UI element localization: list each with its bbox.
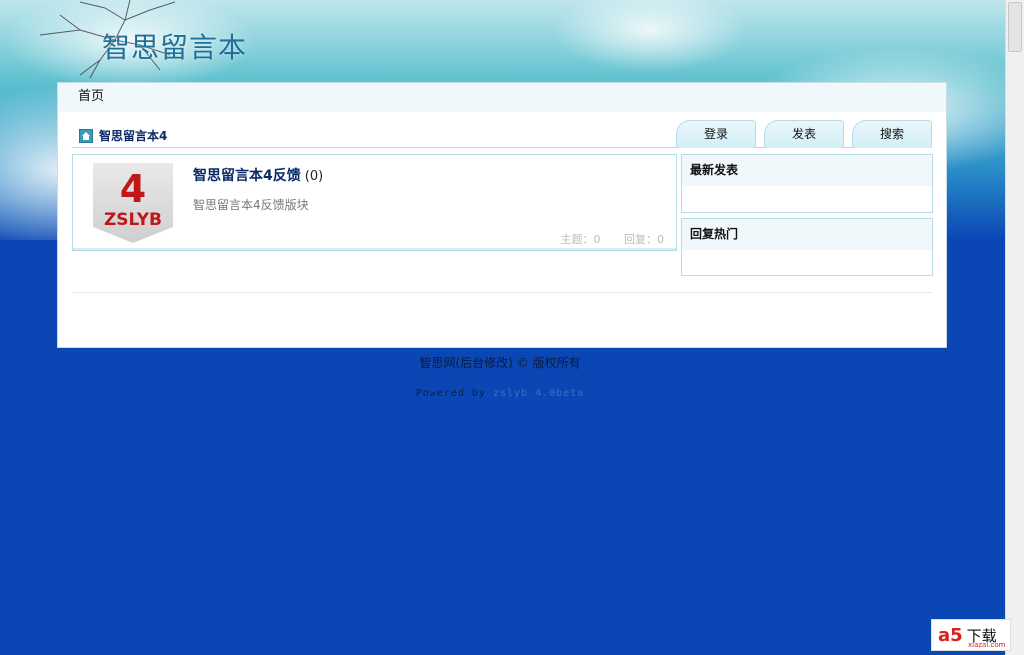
top-nav: 首页 bbox=[58, 83, 946, 112]
toolbar-bar: 智思留言本4 登录 发表 搜索 bbox=[72, 120, 932, 148]
forum-title-link[interactable]: 智思留言本4反馈 (0) bbox=[193, 165, 323, 185]
scrollbar-thumb[interactable] bbox=[1008, 2, 1022, 52]
breadcrumb-label[interactable]: 智思留言本4 bbox=[99, 127, 167, 144]
sidebar-hot-box: 回复热门 bbox=[681, 218, 933, 276]
breadcrumb: 智思留言本4 bbox=[79, 127, 167, 144]
nav-home-link[interactable]: 首页 bbox=[78, 89, 104, 104]
site-logo-title[interactable]: 智思留言本 bbox=[102, 26, 247, 66]
home-icon[interactable] bbox=[79, 128, 93, 143]
watermark-logo-icon: a5 bbox=[938, 624, 963, 646]
powered-brand-link[interactable]: zslyb 4.0beta bbox=[493, 388, 584, 399]
forum-title[interactable]: 智思留言本4反馈 bbox=[193, 168, 301, 184]
action-tabs: 登录 发表 搜索 bbox=[668, 120, 932, 148]
forum-stats: 主题：0 回复：0 bbox=[541, 231, 665, 247]
sidebar-hot-title: 回复热门 bbox=[682, 219, 932, 250]
content-divider bbox=[72, 292, 932, 293]
forum-card: 4 ZSLYB 智思留言本4反馈 (0) 智思留言本4反馈版块 主题：0 回复：0 bbox=[72, 154, 677, 251]
footer-powered: Powered by zslyb 4.0beta bbox=[0, 388, 1000, 399]
watermark-badge: a5 下载 xiazai.com bbox=[931, 619, 1011, 651]
sidebar-latest-box: 最新发表 bbox=[681, 154, 933, 213]
footer-copyright: 智思网(后台修改) © 版权所有 bbox=[419, 356, 581, 370]
main-container: 首页 智思留言本4 登录 发表 搜索 4 ZSLYB 智思留言本4反馈 (0) 智… bbox=[57, 82, 947, 348]
badge-text: ZSLYB bbox=[103, 210, 163, 230]
forum-count: (0) bbox=[304, 169, 324, 184]
vertical-scrollbar[interactable] bbox=[1005, 0, 1024, 655]
watermark-sub: xiazai.com bbox=[968, 641, 1006, 649]
forum-description: 智思留言本4反馈版块 bbox=[193, 198, 309, 212]
forum-card-bottom-border bbox=[73, 248, 676, 250]
forum-topics: 主题：0 bbox=[560, 233, 601, 246]
forum-badge-icon: 4 ZSLYB bbox=[93, 163, 173, 243]
badge-number: 4 bbox=[119, 167, 147, 211]
tab-login[interactable]: 登录 bbox=[676, 120, 756, 148]
tab-post[interactable]: 发表 bbox=[764, 120, 844, 148]
sidebar-latest-title: 最新发表 bbox=[682, 155, 932, 186]
tab-search[interactable]: 搜索 bbox=[852, 120, 932, 148]
powered-prefix: Powered by bbox=[415, 388, 486, 399]
forum-replies: 回复：0 bbox=[624, 233, 664, 246]
